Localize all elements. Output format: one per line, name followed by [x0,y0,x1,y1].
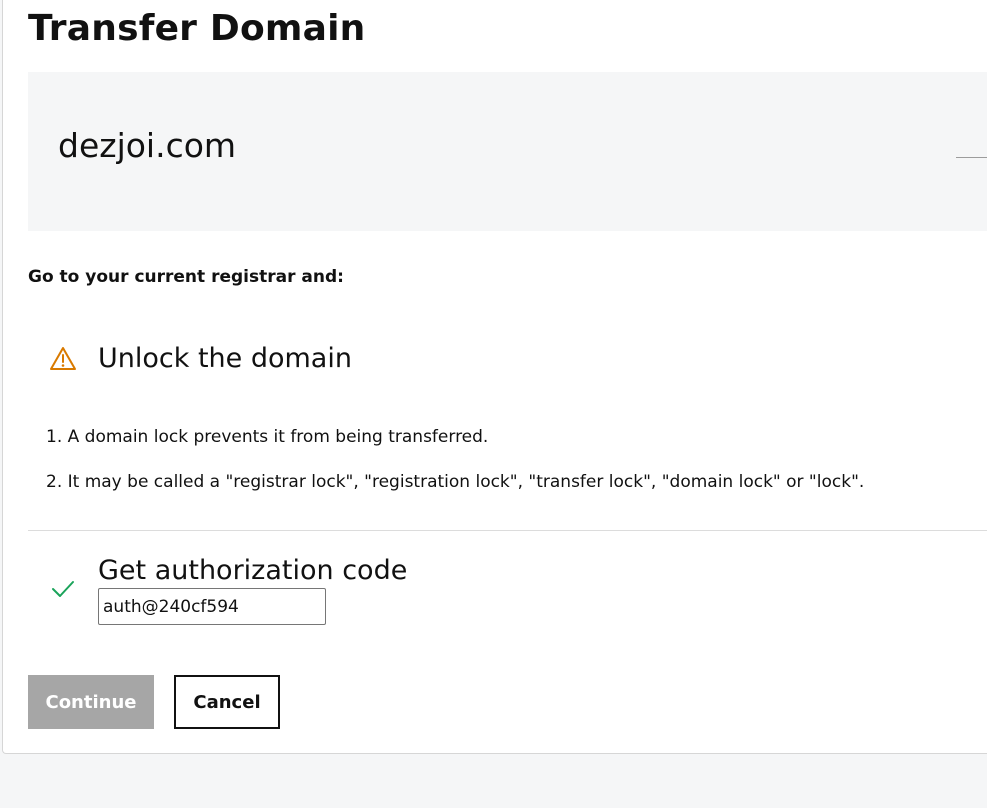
list-item: 2. It may be called a "registrar lock", … [46,472,865,492]
checkmark-icon [49,575,77,603]
panel-divider [956,157,987,158]
domain-panel: dezjoi.com [28,72,987,231]
transfer-domain-card: Transfer Domain dezjoi.com Go to your cu… [2,0,987,754]
list-item: 1. A domain lock prevents it from being … [46,427,489,447]
unlock-step-title: Unlock the domain [98,343,352,374]
unlock-instructions-list: 1. A domain lock prevents it from being … [46,426,864,516]
domain-name: dezjoi.com [58,126,237,165]
auth-code-step-title: Get authorization code [98,555,408,586]
section-divider [28,530,987,531]
continue-button[interactable]: Continue [28,675,154,729]
page-title: Transfer Domain [28,8,366,49]
warning-triangle-icon [49,345,77,373]
instructions-text: Go to your current registrar and: [28,267,344,287]
cancel-button[interactable]: Cancel [174,675,280,729]
auth-code-input[interactable] [98,588,326,625]
